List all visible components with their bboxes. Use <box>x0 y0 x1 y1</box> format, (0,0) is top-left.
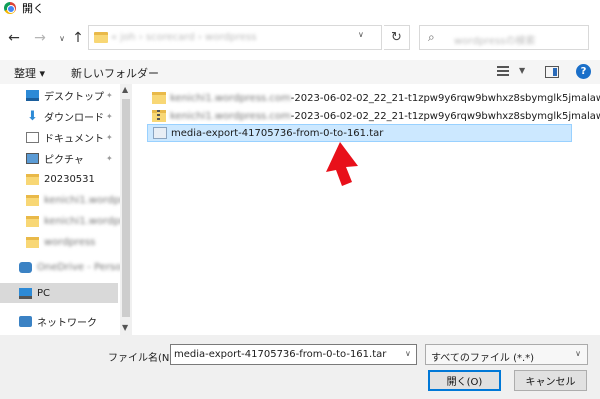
address-dropdown-chevron-icon[interactable]: ∨ <box>358 30 364 39</box>
search-input[interactable]: ⌕ wordpressの検索 <box>419 25 589 50</box>
file-row-tar-selected[interactable]: media-export-41705736-from-0-to-161.tar <box>147 124 572 142</box>
folder-icon <box>94 32 108 43</box>
address-path: « ​joh › ​scorecard › ​wordpress <box>111 32 257 43</box>
documents-icon <box>26 131 39 143</box>
sidebar-item-label: ネットワーク <box>37 317 97 329</box>
scrollbar-thumb[interactable] <box>122 99 130 317</box>
navigation-bar: ← → ∨ ↑ « ​joh › ​scorecard › ​wordpress… <box>0 16 600 60</box>
open-button[interactable]: 開く(O) <box>428 370 501 391</box>
help-icon[interactable]: ? <box>576 64 591 79</box>
sidebar-item-label: kenichi1.wordpr <box>44 215 120 227</box>
file-name: -2023-06-02-02_22_21-t1zpw9y6rqw9bwhxz8s… <box>290 92 600 104</box>
scroll-down-arrow-icon[interactable]: ▼ <box>122 323 128 332</box>
scroll-up-arrow-icon[interactable]: ▲ <box>122 85 128 94</box>
onedrive-icon <box>19 261 32 273</box>
file-name-prefix: kenichi1.wordpress.com <box>170 110 291 122</box>
up-arrow-icon[interactable]: ↑ <box>70 30 86 46</box>
view-options-chevron-icon[interactable]: ▼ <box>519 66 525 75</box>
sidebar-item-pictures[interactable]: ピクチャ ✦ <box>0 148 118 168</box>
sidebar-item-desktop[interactable]: デスクトップ ✦ <box>0 85 118 105</box>
pin-icon: ✦ <box>106 90 113 100</box>
search-placeholder: wordpressの検索 <box>454 36 536 47</box>
file-name-prefix: kenichi1.wordpress.com <box>170 92 291 104</box>
sidebar-item-folder-20230531[interactable]: 20230531 <box>0 169 118 189</box>
address-bar[interactable]: « ​joh › ​scorecard › ​wordpress <box>88 25 382 50</box>
sidebar-scrollbar[interactable]: ▲ ▼ <box>120 84 132 335</box>
search-icon: ⌕ <box>428 30 435 44</box>
folder-icon <box>26 194 39 206</box>
folder-icon <box>26 215 39 227</box>
file-name: media-export-41705736-from-0-to-161.tar <box>171 127 384 139</box>
organize-button[interactable]: 整理 ▾ <box>14 65 45 81</box>
network-icon <box>19 315 32 327</box>
sidebar-item-onedrive[interactable]: OneDrive - Person <box>0 257 120 277</box>
refresh-button[interactable]: ↻ <box>384 25 410 50</box>
sidebar-item-label: kenichi1.wordpre <box>44 194 120 206</box>
red-pointer-arrow-icon <box>326 142 358 186</box>
sidebar-item-folder[interactable]: wordpress <box>0 232 118 252</box>
sidebar-item-downloads[interactable]: ⬇ ダウンロード ✦ <box>0 106 118 126</box>
window-title: 開く <box>22 2 44 15</box>
desktop-icon <box>26 89 39 101</box>
filename-field[interactable] <box>170 344 417 365</box>
file-type-select[interactable]: すべてのファイル (*.*) ∨ <box>425 344 588 365</box>
file-row-zip[interactable]: kenichi1.wordpress.com -2023-06-02-02_22_… <box>147 107 600 125</box>
pictures-icon <box>26 152 39 164</box>
file-list: kenichi1.wordpress.com -2023-06-02-02_22_… <box>133 84 600 335</box>
folder-icon <box>152 92 166 104</box>
pin-icon: ✦ <box>106 111 113 121</box>
view-options-icon[interactable] <box>497 66 509 78</box>
sidebar-item-folder[interactable]: kenichi1.wordpr <box>0 211 120 231</box>
sidebar-item-pc[interactable]: PC <box>0 283 118 303</box>
pin-icon: ✦ <box>106 132 113 142</box>
folder-icon <box>26 173 39 185</box>
sidebar-item-label: PC <box>37 287 51 299</box>
recent-locations-chevron-icon[interactable]: ∨ <box>54 30 70 46</box>
sidebar-item-folder[interactable]: kenichi1.wordpre <box>0 190 120 210</box>
tar-file-icon <box>153 127 167 139</box>
chevron-down-icon: ∨ <box>575 349 581 358</box>
sidebar-item-label: 20230531 <box>44 173 95 185</box>
back-arrow-icon[interactable]: ← <box>6 30 22 46</box>
title-bar: 開く <box>0 0 600 16</box>
sidebar-item-label: ピクチャ <box>44 154 84 166</box>
pc-icon <box>19 287 32 299</box>
file-type-value: すべてのファイル (*.*) <box>431 353 535 364</box>
chrome-icon <box>4 2 16 14</box>
sidebar-item-label: wordpress <box>44 236 96 248</box>
folder-icon <box>26 236 39 248</box>
cancel-button[interactable]: キャンセル <box>514 370 587 391</box>
forward-arrow-icon[interactable]: → <box>32 30 48 46</box>
dialog-footer: ファイル名(N): ∨ すべてのファイル (*.*) ∨ 開く(O) キャンセル <box>0 335 600 399</box>
sidebar-item-label: デスクトップ <box>44 91 104 103</box>
filename-dropdown-chevron-icon[interactable]: ∨ <box>405 349 411 358</box>
filename-label: ファイル名(N): <box>108 353 177 364</box>
new-folder-button[interactable]: 新しいフォルダー <box>71 65 159 81</box>
download-icon: ⬇ <box>27 108 38 124</box>
pin-icon: ✦ <box>106 153 113 163</box>
sidebar-item-network[interactable]: ネットワーク <box>0 311 118 331</box>
sidebar-item-label: ドキュメント <box>44 133 104 145</box>
zip-icon <box>152 110 166 122</box>
refresh-icon: ↻ <box>391 30 402 45</box>
file-row-folder[interactable]: kenichi1.wordpress.com -2023-06-02-02_22_… <box>147 89 600 107</box>
navigation-pane: デスクトップ ✦ ⬇ ダウンロード ✦ ドキュメント ✦ ピクチャ ✦ 2023… <box>0 84 120 335</box>
sidebar-item-label: ダウンロード <box>44 112 104 124</box>
file-name: -2023-06-02-02_22_21-t1zpw9y6rqw9bwhxz8s… <box>290 110 600 122</box>
command-bar: 整理 ▾ 新しいフォルダー ▼ ? <box>0 60 600 84</box>
sidebar-item-label: OneDrive - Person <box>37 261 120 273</box>
preview-pane-icon[interactable] <box>545 66 559 78</box>
sidebar-item-documents[interactable]: ドキュメント ✦ <box>0 127 118 147</box>
